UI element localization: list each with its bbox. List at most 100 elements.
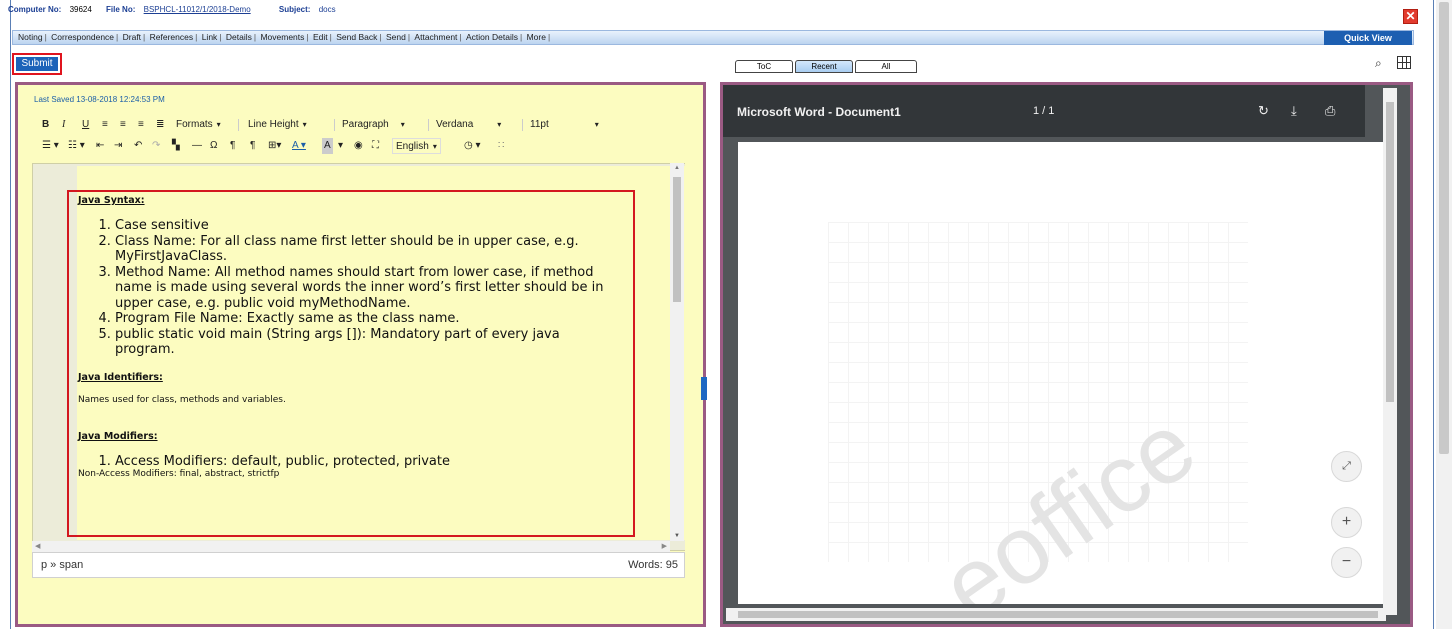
viewer-scroll-thumb[interactable] <box>1386 102 1394 402</box>
print-icon[interactable]: ⎙ <box>1325 103 1335 119</box>
word-count: Words: 95 <box>628 559 678 571</box>
viewer-horizontal-scrollbar[interactable] <box>726 608 1386 621</box>
editor-scroll-thumb[interactable] <box>673 177 681 302</box>
list-item: Program File Name: Exactly same as the c… <box>115 311 623 327</box>
background-color-icon[interactable]: A <box>322 138 333 154</box>
outdent-icon[interactable]: ⇤ <box>96 138 104 154</box>
java-modifiers-list: Access Modifiers: default, public, prote… <box>78 454 623 470</box>
editor-horizontal-scrollbar[interactable]: ◀ ▶ <box>32 541 670 552</box>
indent-icon[interactable]: ⇥ <box>114 138 122 154</box>
list-item: Case sensitive <box>115 218 623 234</box>
table-icon[interactable]: ⊞▾ <box>268 138 281 154</box>
tab-all[interactable]: All <box>855 60 917 73</box>
last-saved-text: Last Saved 13-08-2018 12:24:53 PM <box>34 95 165 104</box>
menu-references[interactable]: References <box>148 31 195 44</box>
text-color-icon[interactable]: A ▾ <box>292 138 306 154</box>
editor-content[interactable]: Java Syntax: Case sensitive Class Name: … <box>78 195 623 479</box>
font-family-dropdown[interactable]: Verdana ▾ <box>436 117 501 133</box>
download-icon[interactable]: ⤓ <box>1291 103 1297 119</box>
special-char-icon[interactable]: Ω <box>210 138 217 154</box>
block-format-dropdown[interactable]: Paragraph ▾ <box>342 117 405 133</box>
language-dropdown[interactable]: English ▾ <box>392 138 441 154</box>
undo-icon[interactable]: ↶ <box>134 138 142 154</box>
menu-link[interactable]: Link <box>200 31 220 44</box>
menu-draft[interactable]: Draft <box>121 31 143 44</box>
quick-view-button[interactable]: Quick View <box>1324 31 1412 45</box>
document-viewer-panel: Microsoft Word - Document1 1 / 1 ↻ ⤓ ⎙ e… <box>720 82 1413 627</box>
page-indicator: 1 / 1 <box>1033 105 1055 117</box>
editor-panel: Last Saved 13-08-2018 12:24:53 PM B I U … <box>15 82 706 627</box>
italic-icon[interactable]: I <box>62 117 65 133</box>
menu-action-details[interactable]: Action Details <box>464 31 520 44</box>
heading-java-identifiers: Java Identifiers: <box>78 371 163 383</box>
ltr-icon[interactable]: ¶ <box>230 138 235 154</box>
heading-java-syntax: Java Syntax: <box>78 195 145 206</box>
file-no-link[interactable]: BSPHCL-11012/1/2018-Demo <box>144 5 251 14</box>
menu-correspondence[interactable]: Correspondence <box>49 31 116 44</box>
file-info-bar: Computer No: 39624 File No: BSPHCL-11012… <box>8 5 348 19</box>
element-path[interactable]: p » span <box>41 559 83 571</box>
menu-attachment[interactable]: Attachment <box>412 31 459 44</box>
list-item: Access Modifiers: default, public, prote… <box>115 454 623 470</box>
find-replace-icon[interactable]: ▚ <box>172 138 180 154</box>
list-item: Class Name: For all class name first let… <box>115 234 623 265</box>
zoom-in-button[interactable]: + <box>1331 507 1362 538</box>
non-access-modifiers-text: Non-Access Modifiers: final, abstract, s… <box>78 469 280 479</box>
menu-noting[interactable]: Noting <box>16 31 45 44</box>
submit-button[interactable]: Submit <box>16 57 58 71</box>
bold-icon[interactable]: B <box>42 117 49 133</box>
viewer-toolbar: Microsoft Word - Document1 1 / 1 ↻ ⤓ ⎙ <box>723 85 1365 137</box>
timestamp-icon[interactable]: ◷ ▾ <box>464 138 481 154</box>
list-item: public static void main (String args [])… <box>115 327 623 358</box>
align-center-icon[interactable]: ≡ <box>120 117 126 133</box>
panel-splitter-toggle[interactable] <box>701 377 707 400</box>
page-scrollbar[interactable] <box>1436 0 1452 629</box>
align-left-icon[interactable]: ≡ <box>102 117 108 133</box>
horizontal-rule-icon[interactable]: — <box>192 138 202 154</box>
redo-icon[interactable]: ↷ <box>152 138 160 154</box>
fullscreen-icon[interactable]: ⛶ <box>372 138 379 154</box>
menu-movements[interactable]: Movements <box>258 31 306 44</box>
document-page: eoffice <box>738 142 1383 604</box>
viewer-scrollbar[interactable] <box>1383 88 1397 615</box>
subject: Subject: docs <box>278 5 336 14</box>
java-syntax-list: Case sensitive Class Name: For all class… <box>78 218 623 358</box>
zoom-out-button[interactable]: − <box>1331 547 1362 578</box>
more-tools-icon[interactable]: ∷ <box>498 138 504 154</box>
menu-edit[interactable]: Edit <box>311 31 330 44</box>
numbered-list-icon[interactable]: ☷ ▾ <box>68 138 85 154</box>
identifiers-text: Names used for class, methods and variab… <box>78 394 286 405</box>
list-item: Method Name: All method names should sta… <box>115 265 623 312</box>
align-justify-icon[interactable]: ≣ <box>156 117 164 133</box>
menu-more[interactable]: More <box>525 31 548 44</box>
rotate-icon[interactable]: ↻ <box>1258 103 1269 119</box>
zoom-search-icon[interactable]: ⌕ <box>1375 56 1382 71</box>
main-menu: Noting | Correspondence | Draft | Reference… <box>12 30 1414 45</box>
line-height-dropdown[interactable]: Line Height ▾ <box>248 117 307 133</box>
font-size-dropdown[interactable]: 11pt ▾ <box>530 117 599 133</box>
fit-page-button[interactable]: ⤢ <box>1331 451 1362 482</box>
bg-color-caret-icon[interactable]: ▾ <box>338 138 343 154</box>
viewer-document-title: Microsoft Word - Document1 <box>737 105 901 119</box>
menu-send-back[interactable]: Send Back <box>334 31 379 44</box>
rtl-icon[interactable]: ¶ <box>250 138 255 154</box>
formats-dropdown[interactable]: Formats ▾ <box>176 117 221 133</box>
close-button[interactable]: ✕ <box>1403 9 1418 24</box>
submit-highlight: Submit <box>12 53 62 75</box>
underline-icon[interactable]: U <box>82 117 89 133</box>
bullet-list-icon[interactable]: ☰ ▾ <box>42 138 59 154</box>
tab-recent[interactable]: Recent <box>795 60 853 73</box>
tab-toc[interactable]: ToC <box>735 60 793 73</box>
heading-java-modifiers: Java Modifiers: <box>78 430 158 442</box>
grid-view-icon[interactable] <box>1397 56 1411 69</box>
page-scroll-thumb[interactable] <box>1439 2 1449 454</box>
align-right-icon[interactable]: ≡ <box>138 117 144 133</box>
menu-send[interactable]: Send <box>384 31 408 44</box>
file-no: File No: BSPHCL-11012/1/2018-Demo <box>106 5 251 14</box>
editor-statusbar: p » span Words: 95 <box>32 552 685 578</box>
preview-icon[interactable]: ◉ <box>354 138 363 154</box>
menu-details[interactable]: Details <box>224 31 254 44</box>
computer-no: Computer No: 39624 <box>8 5 92 14</box>
viewer-hscroll-thumb[interactable] <box>738 611 1378 618</box>
editor-scrollbar[interactable]: ▲ ▼ <box>670 163 684 541</box>
